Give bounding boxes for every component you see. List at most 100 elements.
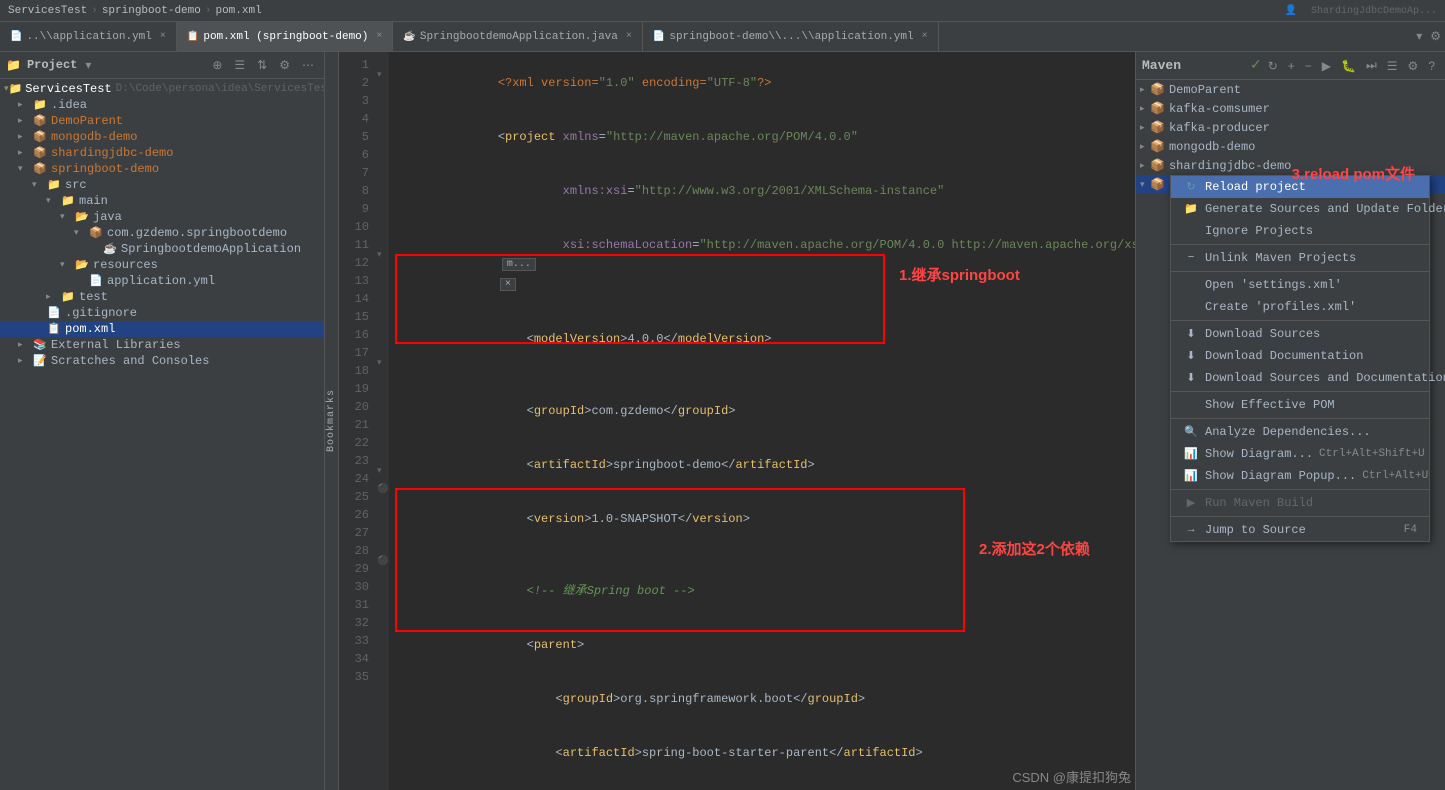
icon-sb-mv: 📦 [1150,177,1165,192]
maven-debug-btn[interactable]: 🐛 [1337,57,1360,75]
tab-close-springbootdemo[interactable]: × [626,31,632,42]
cm-shortcut-diagram-popup: Ctrl+Alt+U [1362,470,1428,482]
sidebar-new-btn[interactable]: ⊕ [208,56,226,74]
ln-18: 18 [339,362,369,380]
code-text-1: <?xml version="1.0" encoding="UTF-8"?> [397,56,1135,110]
cm-download-docs[interactable]: ⬇ Download Documentation [1171,345,1429,367]
bookmarks-tab[interactable]: Bookmarks [325,52,339,790]
tabs-dropdown-icon[interactable]: ▾ [1416,29,1422,44]
tab-icon-app-yml: 📄 [10,31,22,43]
sidebar-item-test[interactable]: ▸ 📁 test [0,289,324,305]
sidebar-item-mongodb[interactable]: ▸ 📦 mongodb-demo [0,129,324,145]
close-badge-4[interactable]: × [500,278,516,291]
cm-icon-diagram: 📊 [1183,447,1199,461]
maven-remove-btn[interactable]: − [1301,57,1316,75]
sidebar-dots-btn[interactable]: ⋯ [298,56,318,74]
sidebar-title: Project [27,58,77,72]
cm-unlink-maven[interactable]: − Unlink Maven Projects [1171,247,1429,269]
tabs-gear-icon[interactable]: ⚙ [1430,29,1441,44]
sidebar-item-demo-parent[interactable]: ▸ 📦 DemoParent [0,113,324,129]
maven-item-shardingjdbc[interactable]: ▸ 📦 shardingjdbc-demo [1136,156,1445,175]
title-project: ServicesTest [8,5,87,17]
sidebar-item-springboot[interactable]: ▾ 📦 springboot-demo [0,161,324,177]
cm-download-sources-docs[interactable]: ⬇ Download Sources and Documentation [1171,367,1429,389]
sidebar-item-app-class[interactable]: ▸ ☕ SpringbootdemoApplication [0,241,324,257]
maven-item-kafka-consumer[interactable]: ▸ 📦 kafka-comsumer [1136,99,1445,118]
sidebar-item-java[interactable]: ▾ 📂 java [0,209,324,225]
cm-label-analyze: Analyze Dependencies... [1205,425,1371,439]
cm-sep7 [1171,516,1429,517]
icon-dp: 📦 [1150,82,1165,97]
editor-area: 1 2 3 4 5 6 7 8 9 10 11 12 13 14 15 16 1… [339,52,1135,790]
tab-pom-xml[interactable]: 📋 pom.xml (springboot-demo) × [177,22,394,51]
cm-show-diagram[interactable]: 📊 Show Diagram... Ctrl+Alt+Shift+U [1171,443,1429,465]
cm-create-profiles[interactable]: Create 'profiles.xml' [1171,296,1429,318]
code-line-3: xmlns:xsi="http://www.w3.org/2001/XMLSch… [397,164,1135,218]
label-class: SpringbootdemoApplication [121,242,301,256]
tab-application-yml[interactable]: 📄 ..\\application.yml × [0,22,177,51]
cm-open-settings[interactable]: Open 'settings.xml' [1171,274,1429,296]
arrow-main: ▾ [46,196,60,206]
sidebar-dropdown-icon[interactable]: ▾ [85,58,91,73]
fold-2[interactable]: ▾ [377,70,382,80]
cm-jump-to-source[interactable]: → Jump to Source F4 [1171,519,1429,541]
cm-icon-reload: ↻ [1183,180,1199,194]
sidebar-item-src[interactable]: ▾ 📁 src [0,177,324,193]
sidebar-item-scratches[interactable]: ▸ 📝 Scratches and Consoles [0,353,324,369]
maven-check-icon: ✓ [1250,57,1262,74]
tab-close-app-yml[interactable]: × [160,31,166,42]
sidebar-item-pom-xml[interactable]: ▸ 📋 pom.xml [0,321,324,337]
cm-analyze-deps[interactable]: 🔍 Analyze Dependencies... [1171,421,1429,443]
cm-label-create-profiles: Create 'profiles.xml' [1205,300,1356,314]
sidebar-item-external-libs[interactable]: ▸ 📚 External Libraries [0,337,324,353]
cm-download-sources[interactable]: ⬇ Download Sources [1171,323,1429,345]
code-view[interactable]: <?xml version="1.0" encoding="UTF-8"?> <… [389,52,1135,790]
breakpoint-29[interactable]: ⚫ [377,556,388,566]
sidebar-item-main[interactable]: ▾ 📁 main [0,193,324,209]
cm-label-unlink: Unlink Maven Projects [1205,251,1356,265]
tab-close-pom[interactable]: × [376,31,382,42]
sidebar-item-shardingjdbc[interactable]: ▸ 📦 shardingjdbc-demo [0,145,324,161]
breakpoint-25[interactable]: ⚫ [377,484,388,494]
arrow-mongodb: ▸ [18,132,32,142]
label-sj: shardingjdbc-demo [1169,159,1291,173]
maven-item-demo-parent[interactable]: ▸ 📦 DemoParent [1136,80,1445,99]
fold-24[interactable]: ▾ [377,466,382,476]
cm-label-diagram-popup: Show Diagram Popup... [1205,469,1356,483]
sidebar-item-gitignore[interactable]: ▸ 📄 .gitignore [0,305,324,321]
cm-reload-project[interactable]: ↻ Reload project [1171,176,1429,198]
maven-add-btn[interactable]: + [1284,57,1299,75]
maven-refresh-btn[interactable]: ↻ [1264,57,1282,75]
cm-show-effective-pom[interactable]: Show Effective POM [1171,394,1429,416]
tab-close-springboot-yml[interactable]: × [922,31,928,42]
sidebar-item-services-test[interactable]: ▾ 📁 ServicesTest D:\Code\persona\idea\Se… [0,81,324,97]
icon-src: 📁 [46,178,62,192]
title-sep2: › [205,5,212,17]
cm-generate-sources[interactable]: 📁 Generate Sources and Update Folders [1171,198,1429,220]
fold-18[interactable]: ▾ [377,358,382,368]
sidebar-settings-btn[interactable]: ⚙ [275,56,294,74]
maven-item-kafka-producer[interactable]: ▸ 📦 kafka-producer [1136,118,1445,137]
cm-ignore-projects[interactable]: Ignore Projects [1171,220,1429,242]
cm-show-diagram-popup[interactable]: 📊 Show Diagram Popup... Ctrl+Alt+U [1171,465,1429,487]
sidebar-item-resources[interactable]: ▾ 📂 resources [0,257,324,273]
maven-run-btn[interactable]: ▶ [1318,57,1335,75]
maven-settings-btn[interactable]: ⚙ [1404,57,1423,75]
maven-item-mongodb[interactable]: ▸ 📦 mongodb-demo [1136,137,1445,156]
code-line-4: xsi:schemaLocation="http://maven.apache.… [397,218,1135,312]
fold-12[interactable]: ▾ [377,250,382,260]
sidebar-sort-btn[interactable]: ⇅ [253,56,271,74]
maven-skip-btn[interactable]: ⏭ [1362,56,1381,75]
sidebar-item-idea[interactable]: ▸ 📁 .idea [0,97,324,113]
hint-badge-4[interactable]: m... [502,258,536,271]
path-services-test: D:\Code\persona\idea\ServicesTest [116,83,324,95]
tab-springbootdemo[interactable]: ☕ SpringbootdemoApplication.java × [393,22,643,51]
maven-help-btn[interactable]: ? [1424,57,1439,75]
sidebar-collapse-btn[interactable]: ☰ [230,56,249,74]
maven-collapse-btn[interactable]: ☰ [1383,57,1402,75]
ln-14: 14 [339,290,369,308]
code-line-14: <artifactId>spring-boot-starter-parent</… [397,726,1135,780]
tab-springboot-app-yml[interactable]: 📄 springboot-demo\\...\\application.yml … [643,22,939,51]
sidebar-item-app-yml[interactable]: ▸ 📄 application.yml [0,273,324,289]
sidebar-item-package[interactable]: ▾ 📦 com.gzdemo.springbootdemo [0,225,324,241]
